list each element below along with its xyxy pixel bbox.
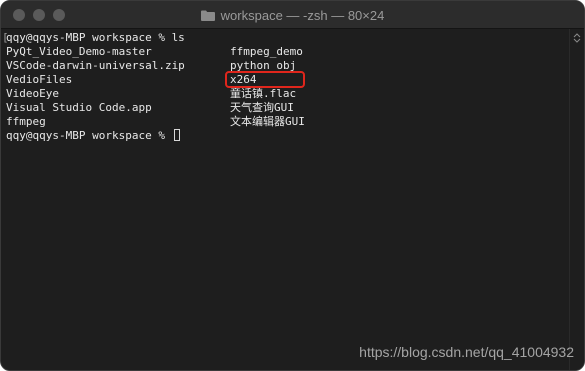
listing-row: PyQt_Video_Demo-master ffmpeg_demo — [4, 45, 571, 59]
file-entry: 文本编辑器GUI — [230, 115, 305, 128]
window-title-group: workspace — -zsh — 80×24 — [1, 1, 584, 29]
file-entry: Visual Studio Code.app — [6, 101, 152, 114]
prompt-line: qqy@qqys-MBP workspace % — [4, 129, 571, 143]
file-entry: VSCode-darwin-universal.zip — [6, 59, 185, 72]
folder-icon — [200, 10, 215, 21]
terminal-window: workspace — -zsh — 80×24 [ qqy@qqys-MBP … — [0, 0, 585, 371]
current-prompt: qqy@qqys-MBP workspace % — [6, 129, 180, 143]
file-entry: ffmpeg — [6, 115, 46, 128]
file-entry: VideoEye — [6, 87, 59, 100]
file-entry: VedioFiles — [6, 73, 73, 86]
listing-row: VideoEye 童话镇.flac — [4, 87, 571, 101]
scrollbar[interactable] — [569, 29, 584, 370]
listing-row: ffmpeg 文本编辑器GUI — [4, 115, 571, 129]
file-entry: 童话镇.flac — [230, 87, 297, 100]
title-bar[interactable]: workspace — -zsh — 80×24 — [1, 1, 584, 29]
watermark-text: https://blog.csdn.net/qq_41004932 — [359, 344, 574, 360]
listing-row: Visual Studio Code.app 天气查询GUI — [4, 101, 571, 115]
file-entry: ffmpeg_demo — [230, 45, 303, 58]
annotation-highlight-box — [225, 71, 305, 88]
scroll-arrows-icon[interactable] — [573, 33, 581, 43]
file-entry: PyQt_Video_Demo-master — [6, 45, 152, 58]
prompt-text: qqy@qqys-MBP workspace % — [6, 129, 172, 142]
prompt-line: [ qqy@qqys-MBP workspace % ls — [2, 31, 571, 45]
file-entry: 天气查询GUI — [230, 101, 294, 114]
prompt-command: qqy@qqys-MBP workspace % ls — [6, 31, 185, 44]
text-cursor — [173, 129, 180, 141]
window-title: workspace — -zsh — 80×24 — [220, 7, 385, 23]
